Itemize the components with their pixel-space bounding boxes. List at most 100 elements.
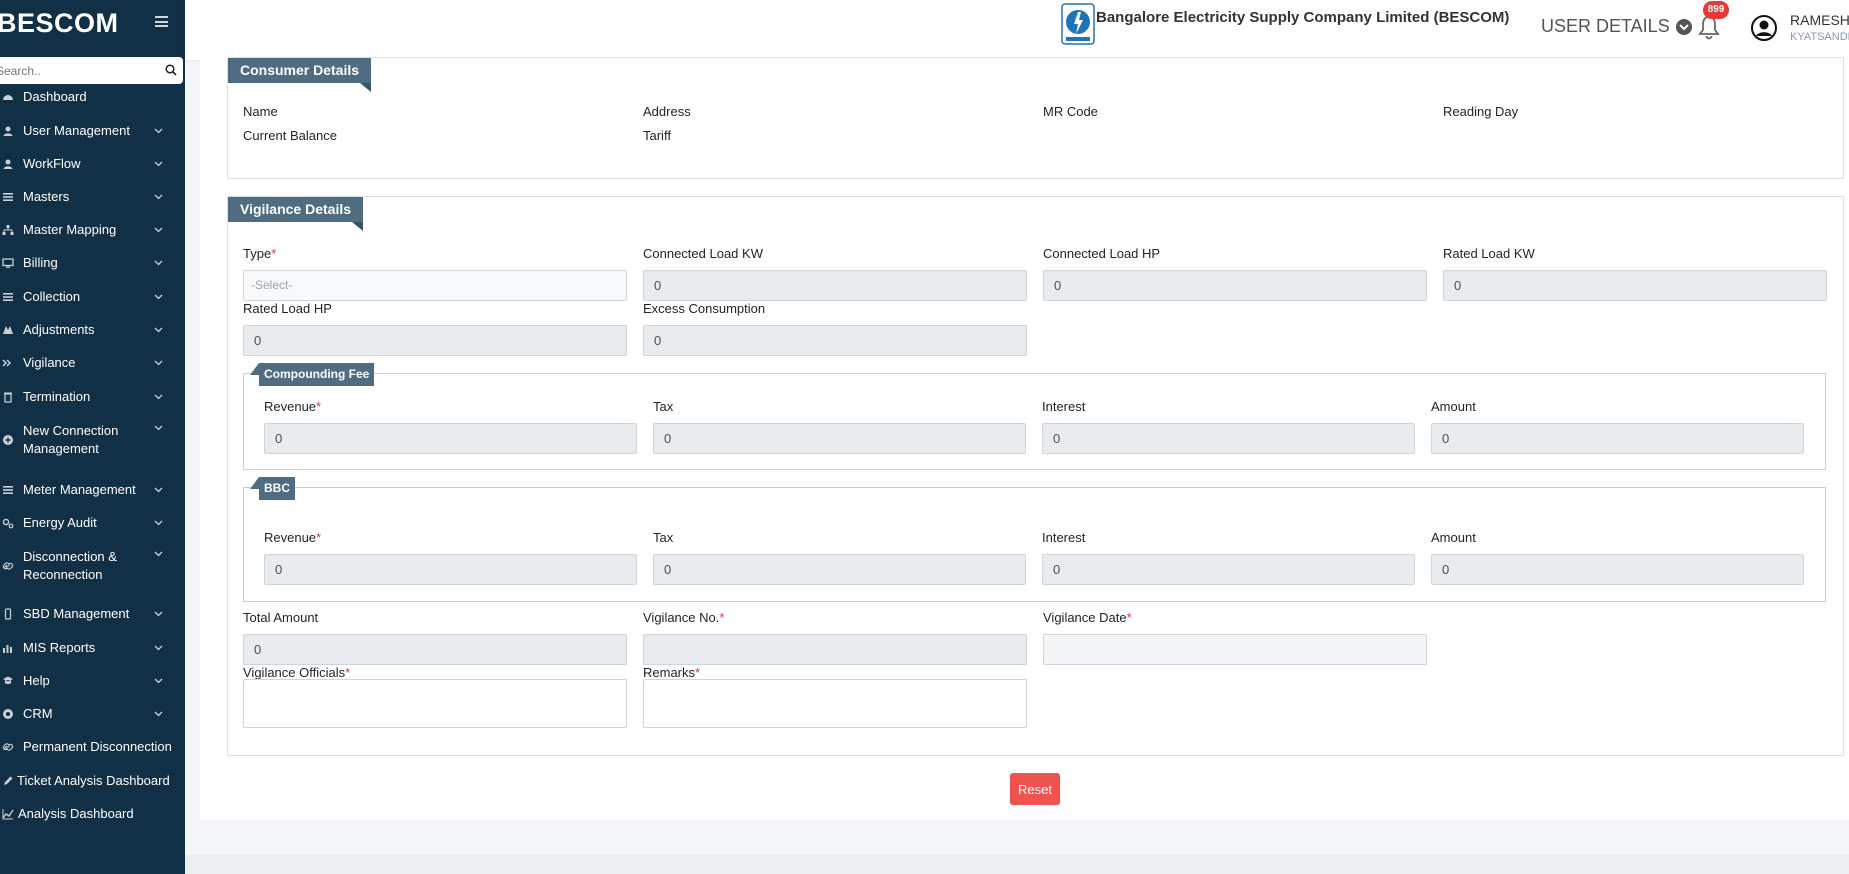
sidebar-item-new-connection-management[interactable]: New Connection Management xyxy=(0,422,185,458)
help-icon xyxy=(3,676,13,685)
top-header: Bangalore Electricity Supply Company Lim… xyxy=(185,0,1849,60)
cf-tax-input[interactable]: 0 xyxy=(653,423,1026,454)
list-icon xyxy=(3,486,13,494)
sidebar-item-label: CRM xyxy=(23,706,53,721)
cf-revenue-input[interactable]: 0 xyxy=(264,423,637,454)
rated-load-hp-input[interactable]: 0 xyxy=(243,325,627,356)
type-select[interactable]: -Select- xyxy=(243,270,627,301)
chevron-down-icon xyxy=(154,260,163,266)
sidebar-item-master-mapping[interactable]: Master Mapping xyxy=(0,221,185,239)
cf-interest-input[interactable]: 0 xyxy=(1042,423,1415,454)
sidebar-item-mis-reports[interactable]: MIS Reports xyxy=(0,639,185,657)
type-label: Type* xyxy=(243,246,277,261)
excess-consumption-input[interactable]: 0 xyxy=(643,325,1027,356)
gears-icon xyxy=(2,518,14,529)
user-name: RAMESH xyxy=(1790,12,1849,28)
pencil-icon xyxy=(4,776,13,785)
chevron-down-icon xyxy=(154,487,163,493)
cf-amount-input[interactable]: 0 xyxy=(1431,423,1804,454)
vigilance-no-label: Vigilance No.* xyxy=(643,610,725,625)
bbc-revenue-input[interactable]: 0 xyxy=(264,554,637,585)
company-name: Bangalore Electricity Supply Company Lim… xyxy=(1096,9,1510,26)
total-amount-input[interactable]: 0 xyxy=(243,634,627,665)
sidebar-item-meter-management[interactable]: Meter Management xyxy=(0,481,185,499)
sidebar-item-energy-audit[interactable]: Energy Audit xyxy=(0,514,185,532)
bbc-revenue-label: Revenue* xyxy=(264,530,322,545)
bbc-interest-label: Interest xyxy=(1042,530,1086,545)
brand[interactable]: BESCOM xyxy=(0,4,185,42)
user-avatar-icon[interactable] xyxy=(1751,15,1777,41)
user-location: KYATSANDRA xyxy=(1790,31,1849,43)
sidebar-item-adjustments[interactable]: Adjustments xyxy=(0,321,185,339)
connected-load-hp-label: Connected Load HP xyxy=(1043,246,1161,261)
sidebar-item-collection[interactable]: Collection xyxy=(0,288,185,306)
sidebar-item-user-management[interactable]: User Management xyxy=(0,122,185,140)
user-details-label: USER DETAILS xyxy=(1541,16,1670,36)
compounding-fee-section: Compounding Fee Revenue* 0 Tax 0 Interes… xyxy=(243,363,1826,470)
sidebar-item-billing[interactable]: Billing xyxy=(0,254,185,272)
vigilance-date-input[interactable] xyxy=(1043,634,1427,665)
sidebar-item-label: MIS Reports xyxy=(23,640,96,655)
chevron-down-icon xyxy=(154,520,163,526)
sidebar-item-label: Analysis Dashboard xyxy=(18,806,134,821)
sidebar-item-label: Vigilance xyxy=(23,355,76,370)
bbc-interest-input[interactable]: 0 xyxy=(1042,554,1415,585)
sidebar-item-label: Disconnection & Reconnection xyxy=(23,549,117,582)
sidebar-item-ticket-analysis-dashboard[interactable]: Ticket Analysis Dashboard xyxy=(0,772,185,790)
bbc-amount-input[interactable]: 0 xyxy=(1431,554,1804,585)
tariff-label: Tariff xyxy=(643,128,671,143)
vigilance-officials-textarea[interactable] xyxy=(243,679,627,728)
sidebar-item-help[interactable]: Help xyxy=(0,672,185,690)
consumer-address-label: Address xyxy=(643,104,691,119)
sidebar-item-permanent-disconnection[interactable]: Permanent Disconnection xyxy=(0,738,185,756)
chevron-down-icon xyxy=(154,711,163,717)
excess-consumption-label: Excess Consumption xyxy=(643,301,766,316)
bbc-amount-label: Amount xyxy=(1431,530,1476,545)
sidebar-item-workflow[interactable]: WorkFlow xyxy=(0,155,185,173)
rated-load-kw-label: Rated Load KW xyxy=(1443,246,1535,261)
sidebar-item-vigilance[interactable]: Vigilance xyxy=(0,354,185,372)
list-icon xyxy=(3,193,13,201)
bbc-tax-label: Tax xyxy=(653,530,674,545)
search-icon[interactable] xyxy=(165,64,177,76)
crm-icon xyxy=(3,709,13,719)
connected-load-kw-input[interactable]: 0 xyxy=(643,270,1027,301)
cf-revenue-label: Revenue* xyxy=(264,399,322,414)
chevron-down-icon xyxy=(154,294,163,300)
bbc-tax-input[interactable]: 0 xyxy=(653,554,1026,585)
sidebar-item-label: Adjustments xyxy=(23,322,95,337)
user-details-dropdown[interactable]: USER DETAILS xyxy=(1541,16,1693,37)
sidebar-item-label: Master Mapping xyxy=(23,222,117,237)
sidebar-item-label: Billing xyxy=(23,255,58,270)
sidebar-item-disconnection-reconnection[interactable]: Disconnection & Reconnection xyxy=(0,548,185,584)
sidebar-item-label: Dashboard xyxy=(23,89,87,104)
chevron-down-icon xyxy=(154,327,163,333)
sidebar-item-label: Meter Management xyxy=(23,482,136,497)
chevron-down-icon xyxy=(154,551,163,557)
sidebar-item-masters[interactable]: Masters xyxy=(0,188,185,206)
dashboard-icon xyxy=(3,95,13,100)
compounding-fee-title: Compounding Fee xyxy=(249,363,375,386)
sidebar-item-termination[interactable]: Termination xyxy=(0,388,185,406)
sidebar-item-dashboard[interactable]: Dashboard xyxy=(0,88,185,106)
hamburger-menu-icon[interactable] xyxy=(155,16,168,27)
sidebar-search-input[interactable] xyxy=(0,57,146,84)
bbc-section: BBC Revenue* 0 Tax 0 Interest 0 Amount 0 xyxy=(243,477,1826,602)
notification-badge: 899 xyxy=(1703,1,1729,19)
sidebar-item-label: Permanent Disconnection xyxy=(23,739,172,754)
user-icon xyxy=(3,126,13,136)
plus-circle-icon xyxy=(3,435,13,445)
sidebar-item-sbd-management[interactable]: SBD Management xyxy=(0,605,185,623)
trash-icon xyxy=(4,392,12,403)
reset-button[interactable]: Reset xyxy=(1010,773,1060,805)
connected-load-hp-input[interactable]: 0 xyxy=(1043,270,1427,301)
brand-logo-text: BESCOM xyxy=(0,8,119,38)
rated-load-kw-input[interactable]: 0 xyxy=(1443,270,1827,301)
remarks-textarea[interactable] xyxy=(643,679,1027,728)
sidebar-item-analysis-dashboard[interactable]: Analysis Dashboard xyxy=(0,805,185,823)
consumer-details-title: Consumer Details xyxy=(228,58,372,92)
chevron-circle-down-icon xyxy=(1675,18,1692,35)
sidebar-item-crm[interactable]: CRM xyxy=(0,705,185,723)
chevron-down-icon xyxy=(154,194,163,200)
vigilance-no-input[interactable] xyxy=(643,634,1027,665)
